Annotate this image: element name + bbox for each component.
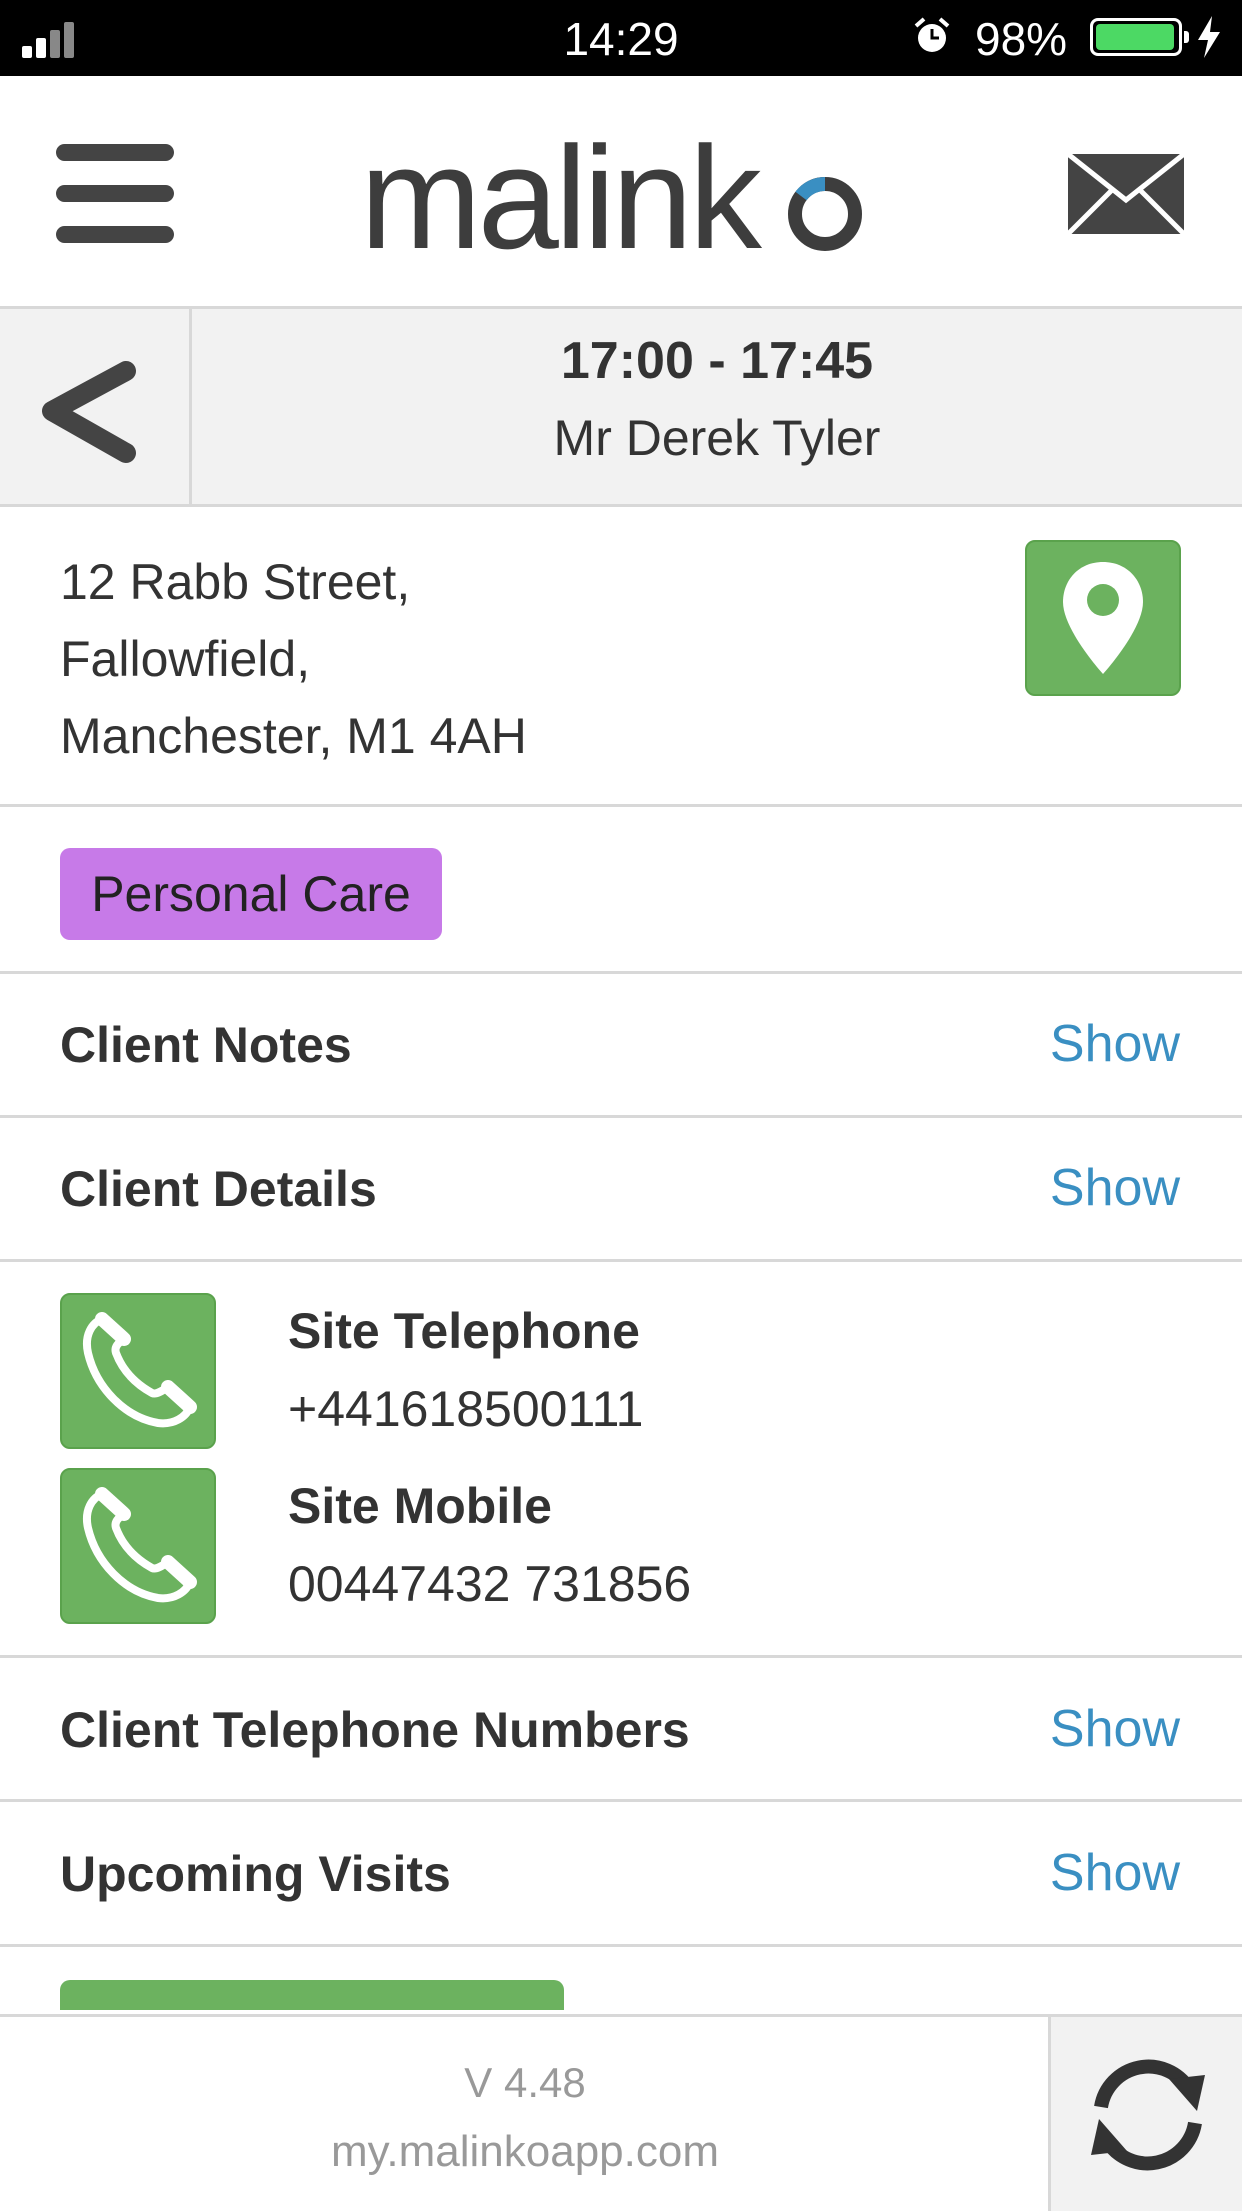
- map-button[interactable]: [1025, 540, 1181, 696]
- call-site-mobile-button[interactable]: [60, 1468, 216, 1624]
- show-client-details-link[interactable]: Show: [1050, 1158, 1180, 1218]
- sync-button[interactable]: [1048, 2017, 1242, 2211]
- site-mobile-label: Site Mobile: [288, 1478, 552, 1534]
- map-pin-icon: [1063, 562, 1143, 674]
- show-upcoming-visits-link[interactable]: Show: [1050, 1843, 1180, 1903]
- visit-time: 17:00 - 17:45: [560, 332, 874, 390]
- site-telephone-number[interactable]: +441618500111: [288, 1380, 643, 1438]
- alarm-icon: [914, 17, 950, 52]
- site-telephone-label: Site Telephone: [288, 1303, 640, 1359]
- footer: V 4.48 my.malinkoapp.com: [0, 2014, 1242, 2211]
- phone-icon: [83, 1312, 197, 1428]
- visit-header: 17:00 - 17:45 Mr Derek Tyler: [0, 309, 1242, 507]
- app-header: malinko malink: [0, 76, 1242, 309]
- malinko-logo: malinko malink: [360, 116, 880, 279]
- divider: [0, 1655, 1242, 1658]
- battery-percent: 98%: [975, 13, 1068, 65]
- divider: [0, 1799, 1242, 1802]
- chevron-left-icon: [42, 361, 136, 463]
- site-mobile-number[interactable]: 00447432 731856: [288, 1555, 691, 1613]
- hamburger-menu-icon[interactable]: [56, 144, 174, 244]
- app-version: V 4.48: [464, 2059, 586, 2106]
- show-client-notes-link[interactable]: Show: [1050, 1014, 1180, 1074]
- divider: [0, 1259, 1242, 1262]
- section-upcoming-visits-title: Upcoming Visits: [60, 1846, 451, 1902]
- address-line: Fallowfield,: [60, 631, 311, 687]
- logo-mark: malink: [360, 116, 862, 279]
- client-address: 12 Rabb Street, Fallowfield, Manchester,…: [60, 544, 527, 775]
- status-bar: 14:29 98%: [0, 0, 1242, 76]
- show-client-telephone-link[interactable]: Show: [1050, 1699, 1180, 1759]
- divider: [0, 971, 1242, 974]
- back-button[interactable]: [0, 309, 192, 504]
- section-client-telephone-title: Client Telephone Numbers: [60, 1702, 690, 1758]
- client-name: Mr Derek Tyler: [553, 410, 881, 466]
- sync-icon: [1091, 2059, 1205, 2171]
- phone-icon: [83, 1487, 197, 1603]
- section-client-notes-title: Client Notes: [60, 1017, 352, 1073]
- service-tag: Personal Care: [60, 848, 442, 940]
- divider: [0, 804, 1242, 807]
- battery-icon: [1090, 18, 1189, 56]
- footer-url: my.malinkoapp.com: [331, 2127, 719, 2176]
- charging-bolt-icon: [1198, 16, 1220, 58]
- mail-icon[interactable]: [1066, 152, 1186, 236]
- address-line: 12 Rabb Street,: [60, 554, 411, 610]
- action-button-partial[interactable]: [60, 1980, 564, 2010]
- svg-text:malink: malink: [360, 120, 763, 270]
- call-site-telephone-button[interactable]: [60, 1293, 216, 1449]
- divider: [0, 1944, 1242, 1947]
- address-line: Manchester, M1 4AH: [60, 708, 527, 764]
- section-client-details-title: Client Details: [60, 1161, 377, 1217]
- divider: [0, 1115, 1242, 1118]
